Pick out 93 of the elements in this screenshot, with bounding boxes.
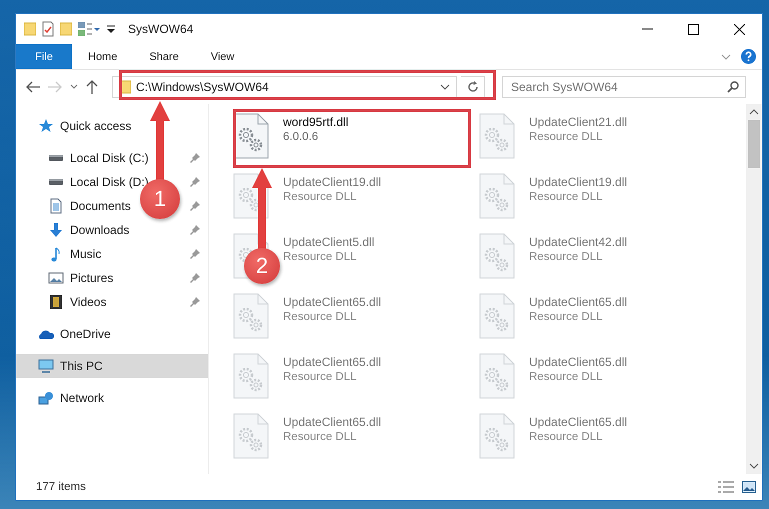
search-icon [727, 81, 739, 93]
drive-icon [48, 154, 64, 162]
sidebar-item[interactable]: Music [70, 247, 102, 261]
search-box[interactable]: Search SysWOW64 [502, 76, 746, 98]
file-name[interactable]: UpdateClient65.dll [283, 355, 382, 369]
up-arrow-icon [86, 80, 98, 94]
up-button[interactable] [84, 78, 100, 96]
network-icon [38, 391, 54, 405]
file-name[interactable]: UpdateClient19.dll [283, 175, 382, 189]
file-name[interactable]: UpdateClient65.dll [529, 355, 628, 369]
file-version: 6.0.0.6 [283, 131, 320, 143]
settings-file-icon [479, 413, 515, 459]
scrollbar-thumb[interactable] [748, 120, 760, 168]
back-button[interactable] [24, 79, 42, 95]
settings-file-icon [233, 113, 269, 159]
sidebar-item[interactable]: Quick access [60, 119, 132, 133]
sidebar-item[interactable]: This PC [60, 359, 103, 373]
refresh-button[interactable] [461, 76, 485, 98]
pin-icon[interactable] [190, 273, 200, 283]
chevron-down-icon[interactable] [440, 84, 450, 90]
settings-file-icon [479, 173, 515, 219]
drive-icon [48, 178, 64, 186]
back-arrow-icon [26, 81, 40, 93]
customize-caret-icon[interactable] [106, 24, 116, 34]
file-name[interactable]: UpdateClient65.dll [529, 415, 628, 429]
download-icon [49, 222, 63, 238]
picture-icon [48, 272, 64, 284]
ribbon-tab[interactable]: Home [72, 44, 134, 69]
pin-icon[interactable] [190, 201, 200, 211]
sidebar-item[interactable]: Videos [70, 295, 106, 309]
pin-icon[interactable] [190, 153, 200, 163]
ribbon-tab[interactable]: View [194, 44, 250, 69]
close-icon [734, 24, 744, 34]
file-name[interactable]: UpdateClient65.dll [283, 295, 382, 309]
minimize-icon [642, 28, 652, 30]
ribbon-tab[interactable]: Share [133, 44, 195, 69]
settings-file-icon [479, 293, 515, 339]
file-version: Resource DLL [283, 311, 358, 323]
file-name[interactable]: UpdateClient21.dll [529, 115, 628, 129]
pin-icon[interactable] [190, 177, 200, 187]
refresh-icon [466, 81, 478, 93]
scrollbar[interactable] [746, 104, 762, 474]
sidebar-item[interactable]: Pictures [70, 271, 114, 285]
pin-icon[interactable] [190, 297, 200, 307]
file-name[interactable]: UpdateClient5.dll [283, 235, 374, 249]
file-name[interactable]: word95rtf.dll [283, 115, 348, 129]
ribbon-tab[interactable]: File [16, 44, 72, 69]
file-version: Resource DLL [283, 191, 358, 203]
file-version: Resource DLL [283, 371, 358, 383]
chevron-down-icon[interactable] [749, 462, 759, 470]
film-icon [49, 294, 63, 310]
settings-file-icon [233, 353, 269, 399]
forward-arrow-icon [48, 81, 62, 93]
star-icon [38, 119, 54, 133]
chevron-up-icon[interactable] [749, 108, 759, 116]
maximize-icon [688, 24, 698, 34]
file-version: Resource DLL [529, 371, 604, 383]
help-icon[interactable] [741, 49, 756, 64]
monitor-icon [38, 358, 54, 374]
details-view-icon[interactable] [718, 481, 734, 493]
file-version: Resource DLL [529, 131, 604, 143]
file-version: Resource DLL [283, 251, 358, 263]
settings-file-icon [479, 353, 515, 399]
file-name[interactable]: UpdateClient42.dll [529, 235, 628, 249]
music-note-icon [51, 246, 61, 262]
file-name[interactable]: UpdateClient19.dll [529, 175, 628, 189]
file-name[interactable]: UpdateClient65.dll [529, 295, 628, 309]
settings-file-icon [479, 113, 515, 159]
file-version: Resource DLL [529, 251, 604, 263]
sidebar-item[interactable]: Downloads [70, 223, 130, 237]
sidebar-item[interactable]: Local Disk (C:) [70, 151, 149, 165]
layout-icon[interactable] [78, 22, 100, 36]
pin-icon[interactable] [190, 225, 200, 235]
properties-icon[interactable] [42, 21, 54, 37]
window-title: SysWOW64 [128, 22, 194, 36]
settings-file-icon [233, 293, 269, 339]
settings-file-icon [479, 233, 515, 279]
item-count: 177 items [36, 481, 86, 493]
file-version: Resource DLL [283, 431, 358, 443]
cloud-icon [38, 328, 54, 340]
pin-icon[interactable] [190, 249, 200, 259]
file-version: Resource DLL [529, 311, 604, 323]
sidebar-item[interactable]: OneDrive [60, 327, 111, 341]
file-version: Resource DLL [529, 431, 604, 443]
document-icon [50, 198, 62, 214]
settings-file-icon [233, 413, 269, 459]
chevron-down-icon [70, 84, 78, 90]
file-name[interactable]: UpdateClient65.dll [283, 415, 382, 429]
sidebar-item[interactable]: Network [60, 391, 104, 405]
file-version: Resource DLL [529, 191, 604, 203]
sidebar-item[interactable]: Documents [70, 199, 131, 213]
large-icons-view-icon[interactable] [742, 481, 756, 493]
address-field[interactable]: C:\Windows\SysWOW64 [112, 76, 457, 98]
